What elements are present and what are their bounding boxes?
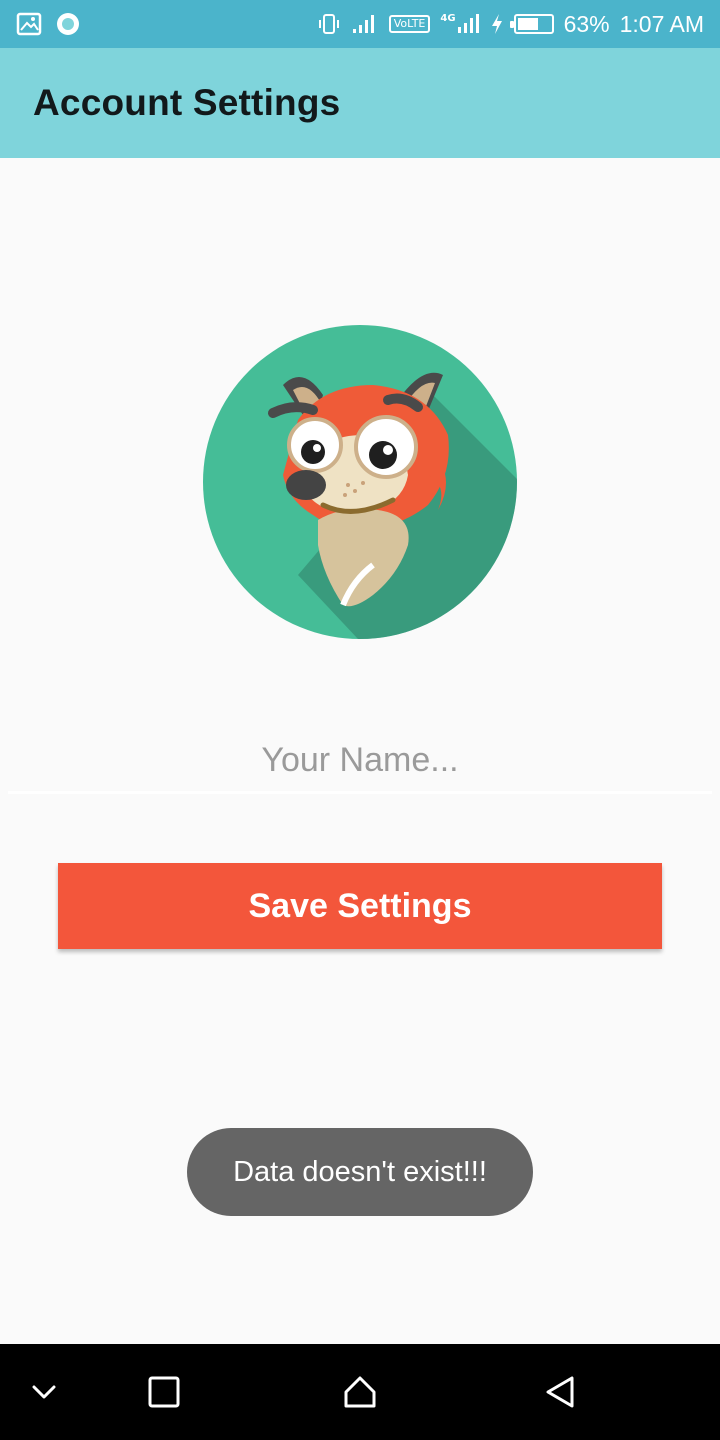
status-right-icons: VoLTE 4G 63% 1:07 AM <box>317 11 704 38</box>
image-icon <box>16 12 42 36</box>
fox-avatar-icon[interactable] <box>203 325 517 639</box>
circle-notification-icon <box>57 13 79 35</box>
signal-4g-icon: 4G <box>440 13 479 35</box>
navigation-bar <box>0 1344 720 1440</box>
signal-bars-4g-icon <box>457 14 479 33</box>
status-left-icons <box>16 12 80 36</box>
name-input[interactable] <box>8 730 712 794</box>
save-settings-button[interactable]: Save Settings <box>58 863 662 949</box>
charging-icon <box>491 14 502 34</box>
page-title: Account Settings <box>33 82 341 123</box>
toast-message: Data doesn't exist!!! <box>187 1128 533 1216</box>
battery-fill <box>517 18 538 30</box>
volte-badge: VoLTE <box>388 15 431 33</box>
home-icon[interactable] <box>340 1372 380 1412</box>
back-triangle-icon[interactable] <box>540 1372 580 1412</box>
battery-percent: 63% <box>563 10 610 37</box>
battery-icon <box>509 14 554 34</box>
status-time: 1:07 AM <box>619 10 704 37</box>
signal-icon <box>352 15 374 33</box>
status-bar: VoLTE 4G 63% 1:07 AM <box>0 0 720 48</box>
network-type-label: 4G <box>440 13 456 24</box>
recents-square-icon[interactable] <box>144 1372 184 1412</box>
chevron-down-icon[interactable] <box>24 1372 64 1412</box>
vibrate-icon <box>318 14 339 34</box>
app-bar: Account Settings <box>0 48 720 158</box>
